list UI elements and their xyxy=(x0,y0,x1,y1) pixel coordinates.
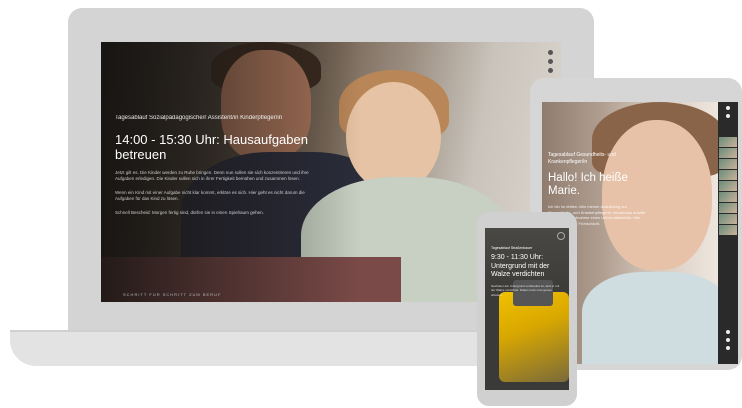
laptop-side-nav xyxy=(545,46,555,77)
laptop-subtitle: Tagesablauf Sozialpädagogische/r Assiste… xyxy=(115,115,283,121)
laptop-paragraph-3: Schnell Bescheid: Morgen fertig sind, dü… xyxy=(115,210,264,215)
nav-dot[interactable] xyxy=(547,59,553,64)
laptop-paragraph-1: Jetzt gilt es. Die Kinder werden zu Ruhe… xyxy=(115,170,309,181)
nav-dot[interactable] xyxy=(547,68,553,73)
thumbnail[interactable] xyxy=(719,203,737,213)
phone-paragraph: Nachdem der Untergrund vorbereitet ist, … xyxy=(491,283,560,297)
tablet-title: Hallo! Ich heiße Marie. xyxy=(548,172,628,197)
phone-subtitle: Tagesablauf Straßenbauer xyxy=(491,246,533,250)
phone-screen: Tagesablauf Straßenbauer 9:30 - 11:30 Uh… xyxy=(485,228,569,390)
thumbnail[interactable] xyxy=(719,181,737,191)
laptop-title: 14:00 - 15:30 Uhr: Hausaufgaben betreuen xyxy=(115,132,308,162)
thumbnail[interactable] xyxy=(719,170,737,180)
nav-dot[interactable] xyxy=(726,346,730,350)
laptop-paragraph-2: Wenn ein Kind mit einer Aufgabe nicht kl… xyxy=(115,190,305,201)
nav-dot[interactable] xyxy=(726,106,730,110)
phone-title: 9:30 - 11:30 Uhr: Untergrund mit der Wal… xyxy=(491,254,550,278)
thumbnail[interactable] xyxy=(719,192,737,202)
thumbnail[interactable] xyxy=(719,225,737,235)
thumbnail[interactable] xyxy=(719,214,737,224)
laptop-footer-link[interactable]: SCHRITT FÜR SCHRITT ZUM BERUF xyxy=(123,292,221,297)
thumbnail[interactable] xyxy=(719,148,737,158)
nav-dot[interactable] xyxy=(726,114,730,118)
nav-dot[interactable] xyxy=(726,338,730,342)
phone-content: Tagesablauf Straßenbauer 9:30 - 11:30 Uh… xyxy=(491,246,561,297)
laptop-content: Tagesablauf Sozialpädagogische/r Assiste… xyxy=(115,114,315,216)
nav-dot[interactable] xyxy=(547,50,553,55)
thumbnail[interactable] xyxy=(719,137,737,147)
photo-woman-body xyxy=(582,272,718,364)
nav-dot[interactable] xyxy=(726,330,730,334)
tablet-thumbnail-strip xyxy=(718,102,738,364)
close-icon[interactable] xyxy=(557,232,565,240)
tablet-subtitle: Tagesablauf Gesundheits- und Krankenpfle… xyxy=(548,152,616,165)
thumbnail[interactable] xyxy=(719,159,737,169)
